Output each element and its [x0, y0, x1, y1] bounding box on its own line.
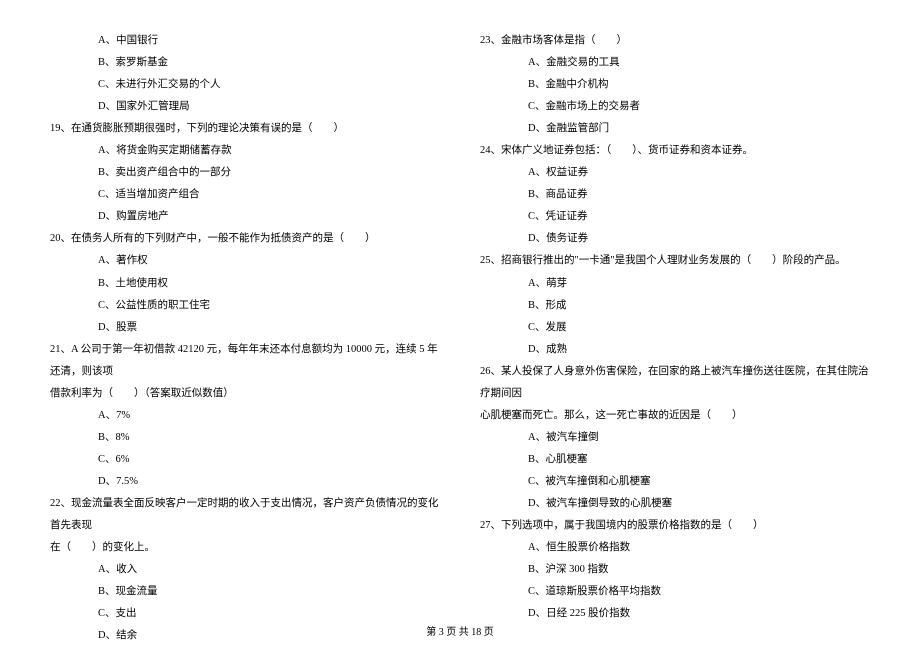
option-a: A、收入	[50, 559, 440, 581]
option-a: A、将货金购买定期储蓄存款	[50, 140, 440, 162]
question-26-line1: 26、某人投保了人身意外伤害保险，在回家的路上被汽车撞伤送往医院，在其住院治疗期…	[480, 361, 870, 405]
option-b: B、沪深 300 指数	[480, 559, 870, 581]
option-b: B、金融中介机构	[480, 74, 870, 96]
question-22-line2: 在（ ）的变化上。	[50, 537, 440, 559]
option-c: C、被汽车撞倒和心肌梗塞	[480, 471, 870, 493]
left-column: A、中国银行 B、索罗斯基金 C、未进行外汇交易的个人 D、国家外汇管理局 19…	[50, 30, 440, 647]
question-21-line1: 21、A 公司于第一年初借款 42120 元，每年年末还本付息额均为 10000…	[50, 339, 440, 383]
option-c: C、公益性质的职工住宅	[50, 295, 440, 317]
option-c: C、发展	[480, 317, 870, 339]
option-d: D、股票	[50, 317, 440, 339]
option-d: D、成熟	[480, 339, 870, 361]
option-a: A、被汽车撞倒	[480, 427, 870, 449]
option-a: A、萌芽	[480, 273, 870, 295]
question-24: 24、宋体广义地证券包括：（ ）、货币证券和资本证券。	[480, 140, 870, 162]
option-c: C、凭证证券	[480, 206, 870, 228]
option-d: D、金融监管部门	[480, 118, 870, 140]
question-25: 25、招商银行推出的"一卡通"是我国个人理财业务发展的（ ）阶段的产品。	[480, 250, 870, 272]
option-c: C、适当增加资产组合	[50, 184, 440, 206]
question-22-line1: 22、现金流量表全面反映客户一定时期的收入于支出情况，客户资产负债情况的变化首先…	[50, 493, 440, 537]
question-26-line2: 心肌梗塞而死亡。那么，这一死亡事故的近因是（ ）	[480, 405, 870, 427]
option-d: D、被汽车撞倒导致的心肌梗塞	[480, 493, 870, 515]
option-c: C、道琼斯股票价格平均指数	[480, 581, 870, 603]
option-b: B、8%	[50, 427, 440, 449]
right-column: 23、金融市场客体是指（ ） A、金融交易的工具 B、金融中介机构 C、金融市场…	[480, 30, 870, 647]
option-b: B、索罗斯基金	[50, 52, 440, 74]
option-c: C、支出	[50, 603, 440, 625]
option-d: D、日经 225 股价指数	[480, 603, 870, 625]
option-a: A、7%	[50, 405, 440, 427]
option-c: C、未进行外汇交易的个人	[50, 74, 440, 96]
option-c: C、金融市场上的交易者	[480, 96, 870, 118]
option-b: B、商品证券	[480, 184, 870, 206]
option-a: A、权益证券	[480, 162, 870, 184]
question-21-line2: 借款利率为（ ）（答案取近似数值）	[50, 383, 440, 405]
option-a: A、恒生股票价格指数	[480, 537, 870, 559]
question-23: 23、金融市场客体是指（ ）	[480, 30, 870, 52]
question-27: 27、下列选项中，属于我国境内的股票价格指数的是（ ）	[480, 515, 870, 537]
option-b: B、形成	[480, 295, 870, 317]
option-d: D、国家外汇管理局	[50, 96, 440, 118]
page-footer: 第 3 页 共 18 页	[0, 623, 920, 638]
option-a: A、金融交易的工具	[480, 52, 870, 74]
option-d: D、购置房地产	[50, 206, 440, 228]
option-b: B、现金流量	[50, 581, 440, 603]
option-d: D、债务证券	[480, 228, 870, 250]
question-19: 19、在通货膨胀预期很强时，下列的理论决策有误的是（ ）	[50, 118, 440, 140]
question-20: 20、在债务人所有的下列财产中，一般不能作为抵债资产的是（ ）	[50, 228, 440, 250]
option-d: D、7.5%	[50, 471, 440, 493]
option-b: B、土地使用权	[50, 273, 440, 295]
option-b: B、卖出资产组合中的一部分	[50, 162, 440, 184]
option-a: A、著作权	[50, 250, 440, 272]
option-a: A、中国银行	[50, 30, 440, 52]
option-c: C、6%	[50, 449, 440, 471]
option-b: B、心肌梗塞	[480, 449, 870, 471]
